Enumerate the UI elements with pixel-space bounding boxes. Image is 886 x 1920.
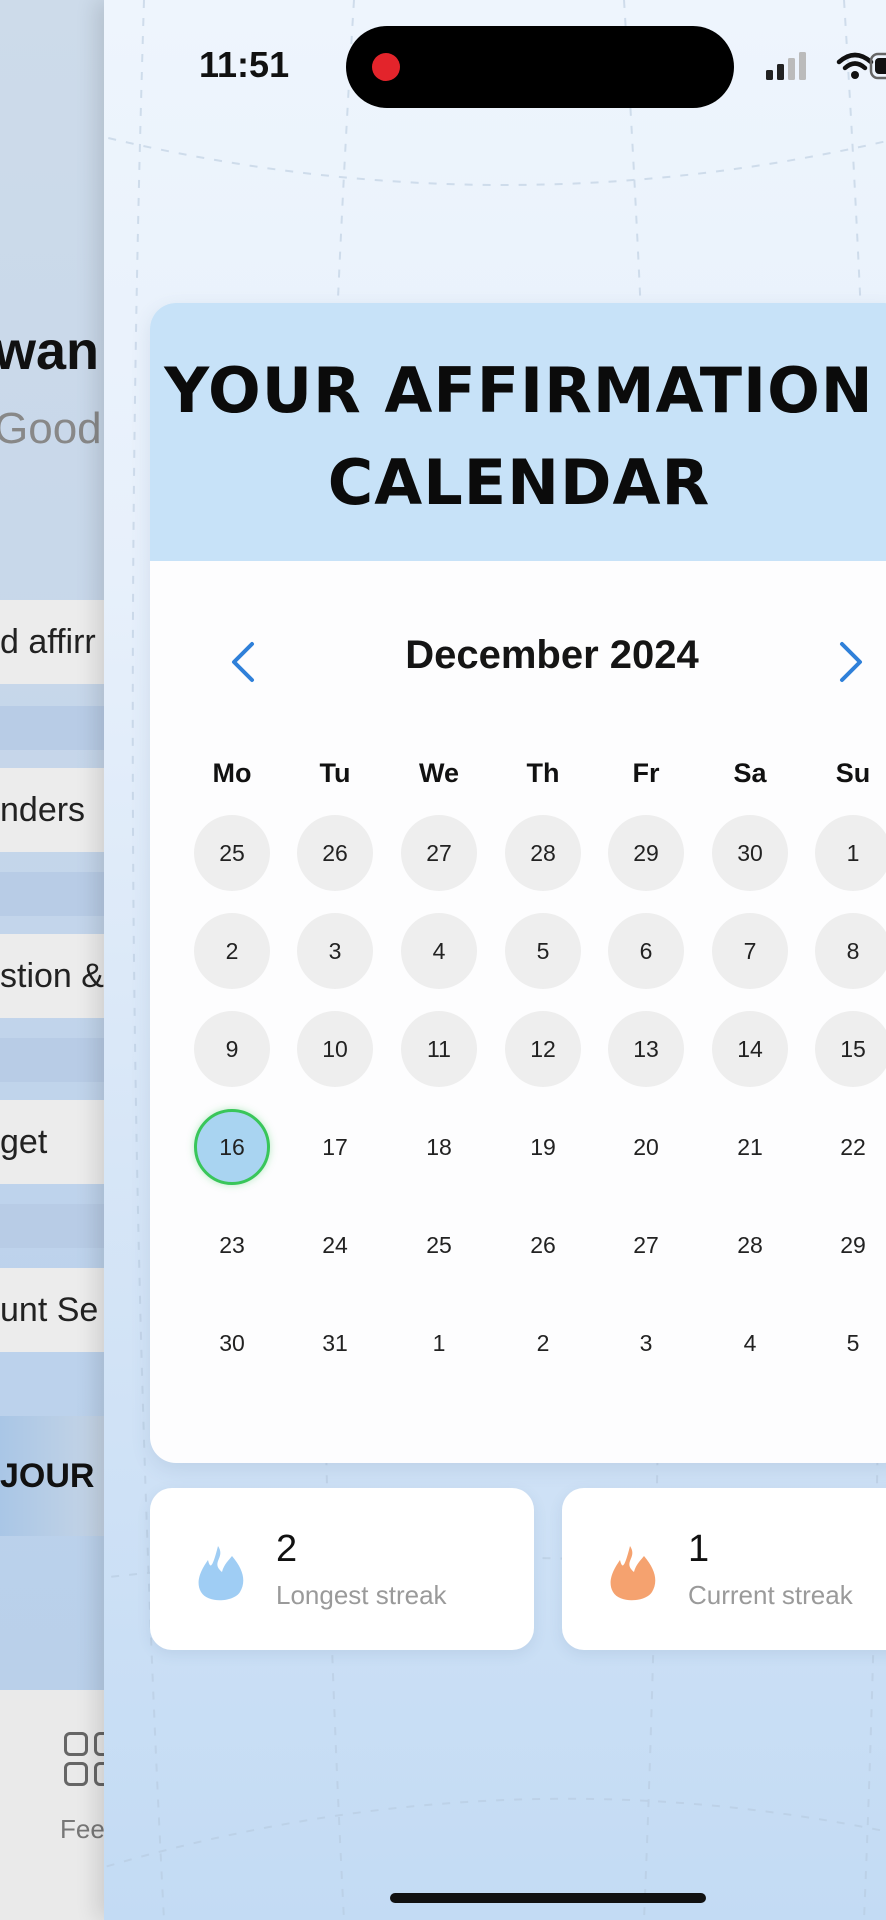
calendar-day[interactable]: 12 (505, 1011, 581, 1087)
calendar-day[interactable]: 14 (712, 1011, 788, 1087)
calendar-day[interactable]: 23 (194, 1207, 270, 1283)
calendar-header: YOUR AFFIRMATION CALENDAR (150, 303, 886, 561)
calendar-day[interactable]: 3 (297, 913, 373, 989)
calendar-day[interactable]: 4 (401, 913, 477, 989)
weekday-label: Th (526, 758, 560, 788)
calendar-sheet: 11:51 YOUR AFFIRMATION CALENDAR December… (104, 0, 886, 1920)
calendar-day[interactable]: 22 (815, 1109, 886, 1185)
calendar-day[interactable]: 24 (297, 1207, 373, 1283)
longest-streak-card: 2 Longest streak (150, 1488, 534, 1650)
status-icons (764, 48, 886, 89)
background-menu-item[interactable]: d affirr (0, 600, 110, 684)
home-indicator (390, 1893, 706, 1903)
grid-icon[interactable] (62, 1730, 110, 1790)
calendar-day[interactable]: 2 (194, 913, 270, 989)
recording-indicator-icon (372, 53, 400, 81)
signal-wifi-battery-icons (766, 52, 886, 80)
calendar-day[interactable]: 10 (297, 1011, 373, 1087)
current-streak-label: Current streak (688, 1580, 853, 1610)
chevron-right-icon[interactable] (836, 641, 866, 683)
calendar-day[interactable]: 21 (712, 1109, 788, 1185)
calendar-card: YOUR AFFIRMATION CALENDAR December 2024 … (150, 303, 886, 1463)
current-streak-value: 1 (688, 1528, 710, 1570)
calendar-title-line1: YOUR AFFIRMATION (164, 354, 874, 427)
calendar-day[interactable]: 9 (194, 1011, 270, 1087)
calendar-day[interactable]: 27 (608, 1207, 684, 1283)
background-tab-label[interactable]: Fee (60, 1814, 105, 1845)
calendar-day[interactable]: 8 (815, 913, 886, 989)
background-divider (0, 1038, 110, 1082)
longest-streak-label: Longest streak (276, 1580, 447, 1610)
weekday-label: We (418, 758, 459, 788)
calendar-day[interactable]: 18 (401, 1109, 477, 1185)
calendar-day[interactable]: 15 (815, 1011, 886, 1087)
background-divider (0, 1204, 110, 1248)
calendar-day[interactable]: 29 (815, 1207, 886, 1283)
calendar-day[interactable]: 5 (815, 1305, 886, 1381)
status-time: 11:51 (199, 44, 290, 85)
calendar-day-today[interactable]: 16 (194, 1109, 270, 1185)
background-greeting: wan (0, 321, 100, 381)
calendar-day[interactable]: 20 (608, 1109, 684, 1185)
calendar-day[interactable]: 5 (505, 913, 581, 989)
background-subtitle: Good (0, 404, 102, 453)
dynamic-island (346, 26, 734, 108)
calendar-day[interactable]: 3 (608, 1305, 684, 1381)
background-journey-button[interactable]: JOUR (0, 1416, 110, 1536)
calendar-day[interactable]: 29 (608, 815, 684, 891)
calendar-day[interactable]: 4 (712, 1305, 788, 1381)
month-label: December 2024 (405, 633, 699, 677)
weekday-label: Fr (632, 758, 660, 788)
weekday-label: Su (835, 758, 871, 788)
calendar-day[interactable]: 1 (815, 815, 886, 891)
calendar-day[interactable]: 1 (401, 1305, 477, 1381)
calendar-day[interactable]: 26 (297, 815, 373, 891)
calendar-day[interactable]: 13 (608, 1011, 684, 1087)
weekday-label: Mo (212, 758, 252, 788)
calendar-day[interactable]: 11 (401, 1011, 477, 1087)
flame-icon (610, 1546, 656, 1601)
calendar-title-line2: CALENDAR (327, 446, 711, 519)
calendar-day[interactable]: 25 (194, 815, 270, 891)
calendar-day[interactable]: 6 (608, 913, 684, 989)
calendar-day[interactable]: 19 (505, 1109, 581, 1185)
calendar-day[interactable]: 30 (194, 1305, 270, 1381)
calendar-title: YOUR AFFIRMATION CALENDAR (150, 345, 886, 529)
calendar-day[interactable]: 7 (712, 913, 788, 989)
flame-icon (198, 1546, 244, 1601)
background-menu-item[interactable]: unt Se (0, 1268, 110, 1352)
calendar-day[interactable]: 28 (505, 815, 581, 891)
calendar-day[interactable]: 28 (712, 1207, 788, 1283)
background-tab-bar: Fee (0, 1690, 110, 1920)
background-menu-item[interactable]: get (0, 1100, 110, 1184)
weekday-label: Sa (733, 758, 767, 788)
calendar-day[interactable]: 31 (297, 1305, 373, 1381)
calendar-day[interactable]: 25 (401, 1207, 477, 1283)
longest-streak-value: 2 (276, 1528, 298, 1570)
background-divider (0, 872, 110, 916)
background-divider (0, 706, 110, 750)
calendar-day[interactable]: 27 (401, 815, 477, 891)
background-menu-item[interactable]: stion & (0, 934, 110, 1018)
background-menu-item[interactable]: nders (0, 768, 110, 852)
weekday-label: Tu (319, 758, 351, 788)
calendar-day[interactable]: 2 (505, 1305, 581, 1381)
calendar-day[interactable]: 30 (712, 815, 788, 891)
calendar-day[interactable]: 26 (505, 1207, 581, 1283)
background-screen: wan Good d affirr nders stion & get unt … (0, 0, 110, 1920)
current-streak-card: 1 Current streak (562, 1488, 886, 1650)
calendar-day[interactable]: 17 (297, 1109, 373, 1185)
